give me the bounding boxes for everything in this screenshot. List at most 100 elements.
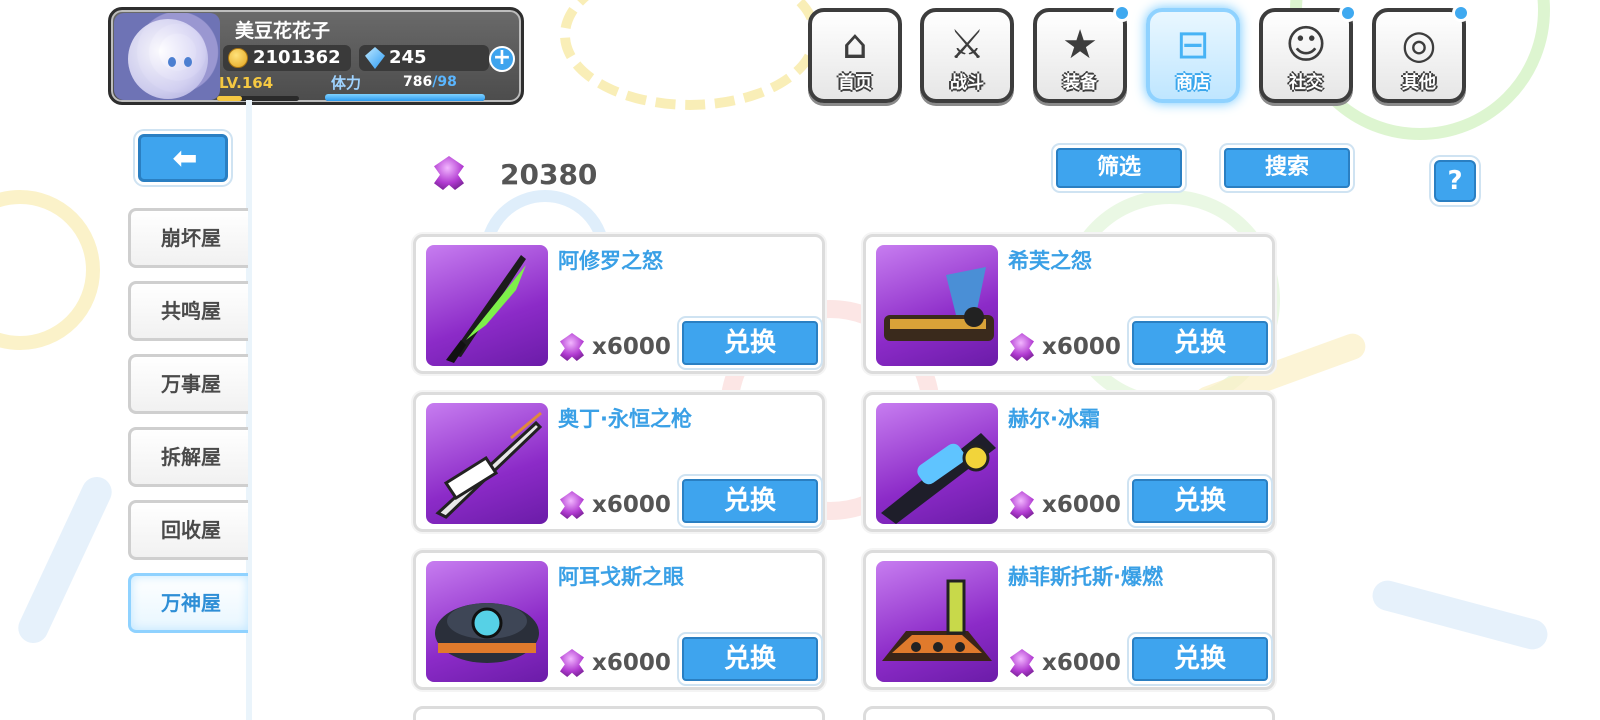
search-button[interactable]: 搜索 [1224, 148, 1350, 188]
forge-armor-art [882, 579, 992, 661]
avatar-eye [168, 57, 176, 67]
purple-gem-icon [560, 333, 584, 361]
filter-button[interactable]: 筛选 [1056, 148, 1182, 188]
item-price: x6000 [1042, 334, 1121, 360]
sidebar-tab-bengaiwu[interactable]: 崩坏屋 [128, 208, 248, 268]
nav-social[interactable]: ☺ 社交 [1259, 4, 1357, 103]
purple-gem-icon [1010, 491, 1034, 519]
item-image [426, 403, 548, 524]
add-crystals-button[interactable]: + [489, 46, 515, 72]
item-price: x6000 [592, 334, 671, 360]
purple-gem-icon [1010, 649, 1034, 677]
nav-label: 首页 [838, 73, 872, 93]
item-image [426, 561, 548, 682]
shop-item-card: 阿耳戈斯之眼 x6000 兑换 [413, 550, 825, 690]
cannon-art [884, 267, 994, 341]
item-price: x6000 [1042, 492, 1121, 518]
nav-label: 其他 [1402, 73, 1436, 93]
player-avatar[interactable] [114, 13, 220, 100]
sidebar-tab-gongmingwu[interactable]: 共鸣屋 [128, 281, 248, 341]
item-image [876, 245, 998, 366]
item-image [426, 245, 548, 366]
level-progress-fill [217, 96, 242, 101]
exchange-button[interactable]: 兑换 [1132, 637, 1268, 681]
background-stroke [13, 472, 117, 648]
crystal-amount: 245 [389, 47, 427, 68]
item-name: 阿耳戈斯之眼 [558, 565, 684, 589]
other-icon: ◎ [1401, 22, 1437, 68]
item-image [876, 403, 998, 524]
item-name: 希芙之怨 [1008, 249, 1092, 273]
nav-shop[interactable]: ⊟ 商店 [1146, 8, 1240, 103]
player-name: 美豆花花子 [235, 20, 331, 42]
stamina-max: /98 [432, 74, 457, 90]
purple-gem-icon [560, 649, 584, 677]
sidebar-tab-huishouwu[interactable]: 回收屋 [128, 500, 248, 560]
gold-amount: 2101362 [253, 47, 341, 68]
nav-other[interactable]: ◎ 其他 [1372, 4, 1470, 103]
home-icon: ⌂ [842, 22, 868, 68]
stamina-progress-fill [325, 94, 485, 101]
equipment-icon: ★ [1062, 22, 1098, 68]
shop-item-card: 奥丁·永恒之枪 x6000 兑换 [413, 392, 825, 532]
rifle-art [435, 411, 543, 519]
notification-dot [1339, 4, 1357, 22]
shop-icon: ⊟ [1176, 22, 1210, 68]
crystal-counter: 245 [359, 45, 489, 71]
help-button[interactable]: ? [1434, 160, 1476, 202]
nav-label: 社交 [1289, 73, 1323, 93]
background-ring [560, 0, 820, 110]
stamina-value: 786/98 [403, 74, 457, 90]
shop-item-card: 阿修罗之怒 x6000 兑换 [413, 234, 825, 374]
shop-item-card-partial [413, 706, 825, 720]
sidebar-tab-wanshiwu[interactable]: 万事屋 [128, 354, 248, 414]
exchange-button[interactable]: 兑换 [682, 479, 818, 523]
back-button[interactable]: ⬅ [138, 134, 228, 182]
currency-amount: 20380 [500, 158, 598, 191]
battle-icon: ⚔ [949, 22, 985, 68]
armor-art [435, 603, 539, 663]
gold-counter: 2101362 [223, 45, 351, 71]
shop-item-card: 赫尔·冰霜 x6000 兑换 [863, 392, 1275, 532]
item-name: 奥丁·永恒之枪 [558, 407, 692, 431]
shop-item-card-partial [863, 706, 1275, 720]
stamina-progress-bar [325, 94, 485, 101]
shop-item-card: 希芙之怨 x6000 兑换 [863, 234, 1275, 374]
item-price: x6000 [1042, 650, 1121, 676]
item-name: 赫菲斯托斯·爆燃 [1008, 565, 1163, 589]
purple-gem-icon [1010, 333, 1034, 361]
shop-item-card: 赫菲斯托斯·爆燃 x6000 兑换 [863, 550, 1275, 690]
back-arrow-icon: ⬅ [172, 141, 198, 176]
nav-battle[interactable]: ⚔ 战斗 [920, 8, 1014, 103]
sword-art [446, 255, 526, 363]
exchange-button[interactable]: 兑换 [682, 321, 818, 365]
gold-coin-icon [228, 48, 248, 68]
stamina-current: 786 [403, 74, 433, 90]
sidebar-tab-wanshenwu[interactable]: 万神屋 [128, 573, 248, 633]
exchange-button[interactable]: 兑换 [1132, 479, 1268, 523]
exchange-button[interactable]: 兑换 [1132, 321, 1268, 365]
avatar-eye [184, 57, 192, 67]
nav-label: 战斗 [950, 73, 984, 93]
player-level: LV.164 [219, 74, 274, 92]
nav-home[interactable]: ⌂ 首页 [808, 8, 902, 103]
stamina-label: 体力 [331, 74, 362, 92]
level-progress-bar [217, 96, 299, 101]
crystal-icon [365, 47, 385, 69]
background-stroke [1369, 577, 1551, 653]
item-price: x6000 [592, 650, 671, 676]
notification-dot [1452, 4, 1470, 22]
sidebar-tab-chaijiewu[interactable]: 拆解屋 [128, 427, 248, 487]
social-icon: ☺ [1285, 22, 1327, 68]
nav-equipment[interactable]: ★ 装备 [1033, 4, 1131, 103]
exchange-button[interactable]: 兑换 [682, 637, 818, 681]
nav-label: 装备 [1063, 73, 1097, 93]
purple-gem-icon [560, 491, 584, 519]
notification-dot [1113, 4, 1131, 22]
frost-gun-art [881, 433, 996, 524]
purple-gem-icon [434, 156, 464, 190]
item-image [876, 561, 998, 682]
item-name: 赫尔·冰霜 [1008, 407, 1100, 431]
item-name: 阿修罗之怒 [558, 249, 663, 273]
nav-label: 商店 [1176, 73, 1210, 93]
